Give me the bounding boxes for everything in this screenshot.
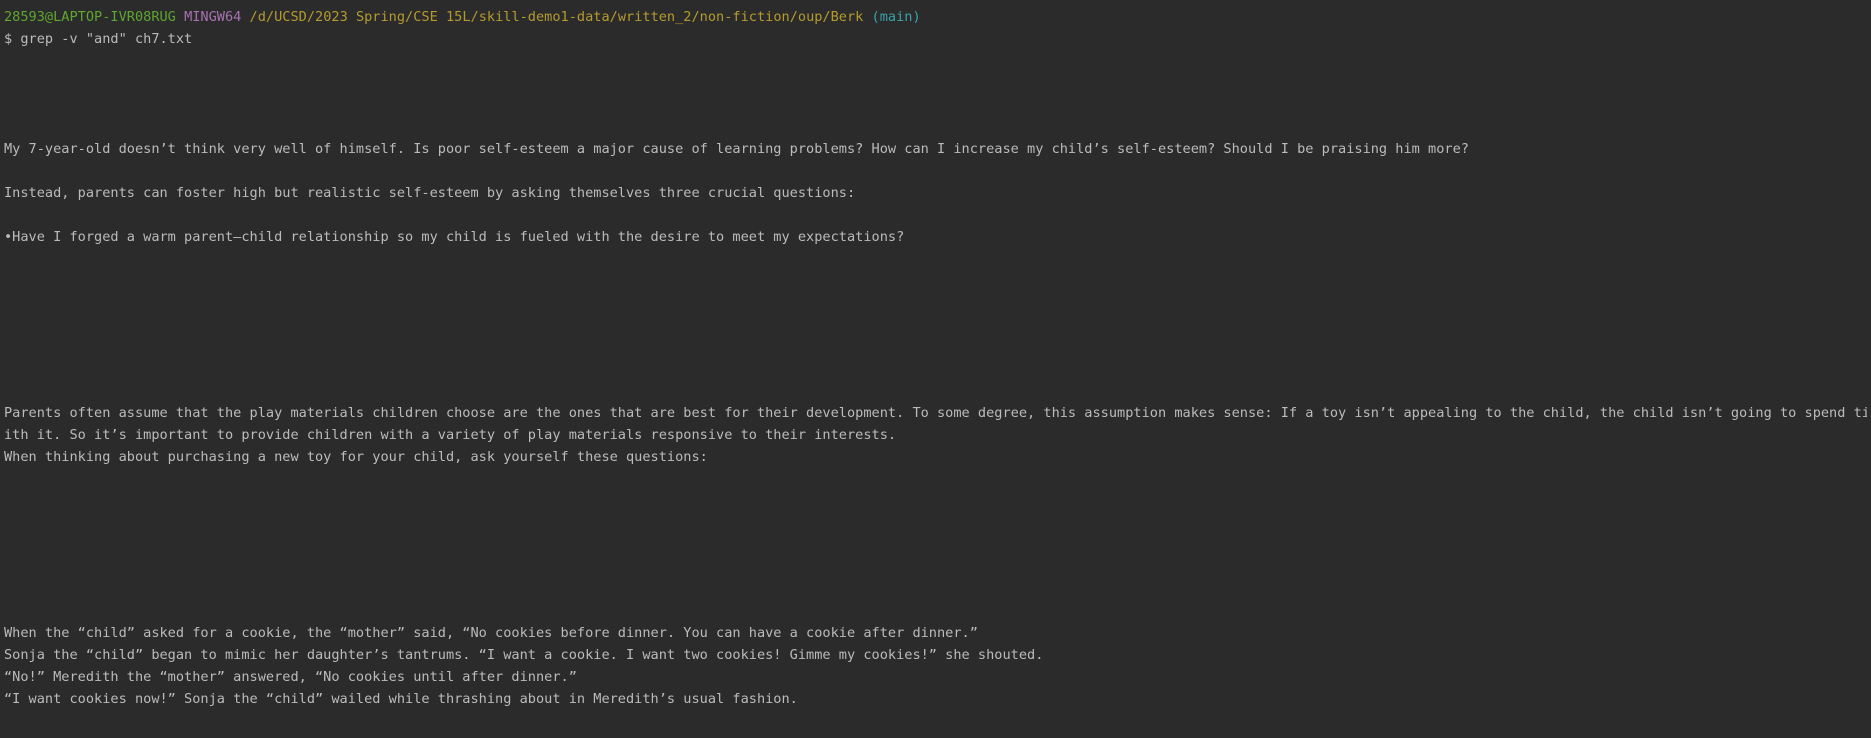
prompt-line: 28593@LAPTOP-IVR08RUG MINGW64 /d/UCSD/20… <box>4 6 1867 28</box>
output-line: Parents often assume that the play mater… <box>4 405 1867 421</box>
output-line: ith it. So it’s important to provide chi… <box>4 427 897 443</box>
output-line: “I want cookies now!” Sonja the “child” … <box>4 691 798 707</box>
output-line: “No!” Meredith the “mother” answered, “N… <box>4 669 577 685</box>
output-line: My 7-year-old doesn’t think very well of… <box>4 141 1469 157</box>
output-line: Sonja the “child” began to mimic her dau… <box>4 647 1044 663</box>
output-line: When thinking about purchasing a new toy… <box>4 449 708 465</box>
output-line: Instead, parents can foster high but rea… <box>4 185 856 201</box>
terminal-window[interactable]: 28593@LAPTOP-IVR08RUG MINGW64 /d/UCSD/20… <box>0 0 1871 738</box>
output-line: When the “child” asked for a cookie, the… <box>4 625 978 641</box>
prompt-system: MINGW64 <box>184 9 242 25</box>
prompt-git-branch: (main) <box>871 9 921 25</box>
output-line: •Have I forged a warm parent–child relat… <box>4 229 905 245</box>
prompt-user-host: 28593@LAPTOP-IVR08RUG <box>4 9 176 25</box>
prompt-path: /d/UCSD/2023 Spring/CSE 15L/skill-demo1-… <box>249 9 864 25</box>
command-line: $ grep -v "and" ch7.txt <box>4 31 193 47</box>
